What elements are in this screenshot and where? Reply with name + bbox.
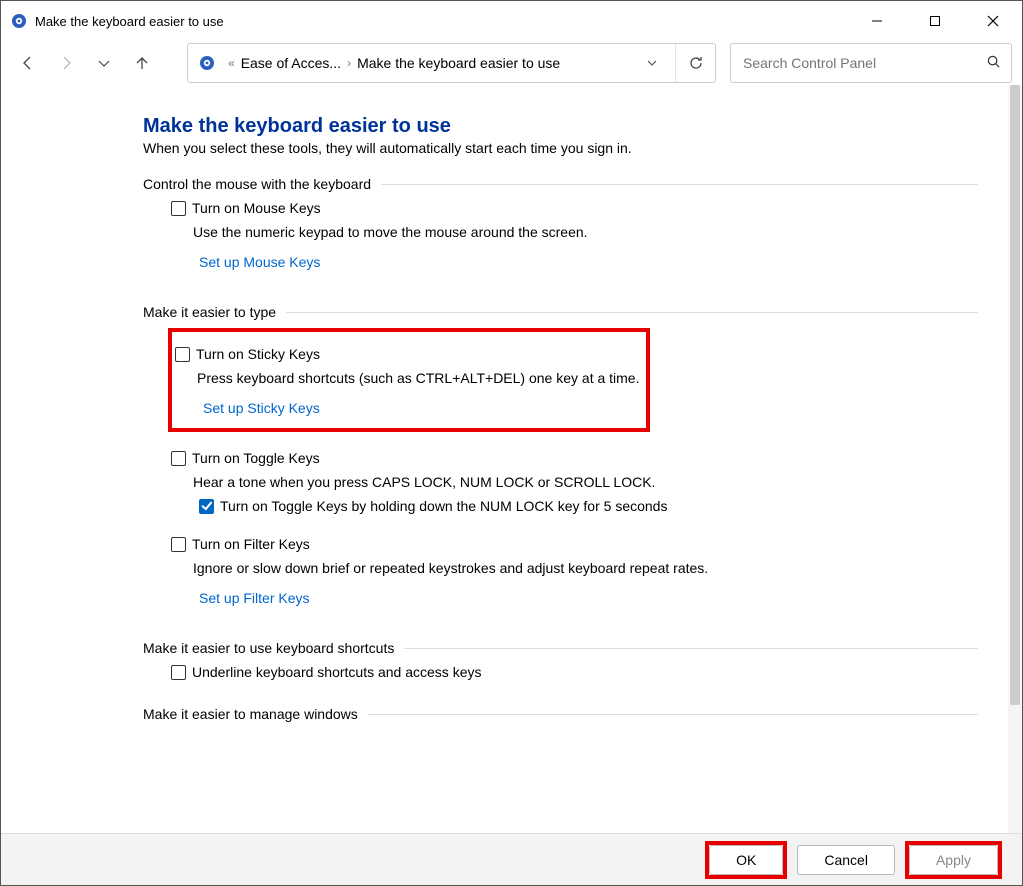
search-icon[interactable]	[986, 54, 1001, 72]
titlebar: Make the keyboard easier to use	[1, 1, 1022, 41]
label-sticky-keys[interactable]: Turn on Sticky Keys	[196, 346, 320, 362]
desc-toggle-keys: Hear a tone when you press CAPS LOCK, NU…	[193, 474, 978, 490]
checkbox-toggle-keys[interactable]	[171, 451, 186, 466]
ok-button[interactable]: OK	[709, 845, 783, 875]
section-heading-type-label: Make it easier to type	[143, 304, 276, 320]
section-heading-shortcuts-label: Make it easier to use keyboard shortcuts	[143, 640, 394, 656]
label-toggle-keys[interactable]: Turn on Toggle Keys	[192, 450, 320, 466]
label-mouse-keys[interactable]: Turn on Mouse Keys	[192, 200, 321, 216]
scrollbar-thumb[interactable]	[1010, 85, 1020, 705]
section-heading-type: Make it easier to type	[143, 304, 978, 320]
link-setup-filter-keys[interactable]: Set up Filter Keys	[199, 590, 310, 606]
window-title: Make the keyboard easier to use	[35, 14, 224, 29]
desc-mouse-keys: Use the numeric keypad to move the mouse…	[193, 224, 978, 240]
page-title: Make the keyboard easier to use	[143, 115, 978, 138]
section-heading-mouse: Control the mouse with the keyboard	[143, 176, 978, 192]
highlight-ok: OK	[705, 841, 787, 879]
maximize-button[interactable]	[906, 1, 964, 41]
desc-sticky-keys: Press keyboard shortcuts (such as CTRL+A…	[197, 370, 642, 386]
window: Make the keyboard easier to use « Ease o…	[0, 0, 1023, 886]
address-bar[interactable]: « Ease of Acces... › Make the keyboard e…	[187, 43, 716, 83]
label-underline-shortcuts[interactable]: Underline keyboard shortcuts and access …	[192, 664, 481, 680]
checkbox-underline-shortcuts[interactable]	[171, 665, 186, 680]
app-icon	[11, 13, 27, 29]
label-filter-keys[interactable]: Turn on Filter Keys	[192, 536, 310, 552]
refresh-button[interactable]	[675, 44, 715, 82]
breadcrumb-item-2[interactable]: Make the keyboard easier to use	[357, 55, 560, 71]
search-input[interactable]	[741, 54, 986, 72]
label-toggle-keys-numlock[interactable]: Turn on Toggle Keys by holding down the …	[220, 498, 667, 514]
checkbox-sticky-keys[interactable]	[175, 347, 190, 362]
breadcrumb-item-1[interactable]: Ease of Acces...	[241, 55, 341, 71]
link-setup-sticky-keys[interactable]: Set up Sticky Keys	[203, 400, 320, 416]
section-heading-shortcuts: Make it easier to use keyboard shortcuts	[143, 640, 978, 656]
cancel-button[interactable]: Cancel	[797, 845, 895, 875]
section-heading-windows: Make it easier to manage windows	[143, 706, 978, 722]
section-heading-mouse-label: Control the mouse with the keyboard	[143, 176, 371, 192]
forward-button[interactable]	[49, 46, 83, 80]
bottom-bar: OK Cancel Apply	[1, 833, 1022, 885]
search-box[interactable]	[730, 43, 1012, 83]
content-area: Make the keyboard easier to use When you…	[1, 85, 1022, 833]
back-button[interactable]	[11, 46, 45, 80]
address-icon	[198, 54, 216, 72]
scrollbar[interactable]	[1008, 85, 1022, 833]
nav-toolbar: « Ease of Acces... › Make the keyboard e…	[1, 41, 1022, 85]
highlight-sticky-keys: Turn on Sticky Keys Press keyboard short…	[168, 328, 650, 432]
checkbox-toggle-keys-numlock[interactable]	[199, 499, 214, 514]
desc-filter-keys: Ignore or slow down brief or repeated ke…	[193, 560, 978, 576]
apply-button[interactable]: Apply	[909, 845, 998, 875]
checkbox-filter-keys[interactable]	[171, 537, 186, 552]
section-heading-windows-label: Make it easier to manage windows	[143, 706, 358, 722]
chevron-left-double-icon[interactable]: «	[228, 56, 235, 70]
minimize-button[interactable]	[848, 1, 906, 41]
chevron-right-icon: ›	[347, 56, 351, 70]
address-dropdown[interactable]	[637, 44, 667, 82]
checkbox-mouse-keys[interactable]	[171, 201, 186, 216]
recent-locations-button[interactable]	[87, 46, 121, 80]
highlight-apply: Apply	[905, 841, 1002, 879]
close-button[interactable]	[964, 1, 1022, 41]
link-setup-mouse-keys[interactable]: Set up Mouse Keys	[199, 254, 320, 270]
page-subtitle: When you select these tools, they will a…	[143, 140, 978, 156]
up-button[interactable]	[125, 46, 159, 80]
